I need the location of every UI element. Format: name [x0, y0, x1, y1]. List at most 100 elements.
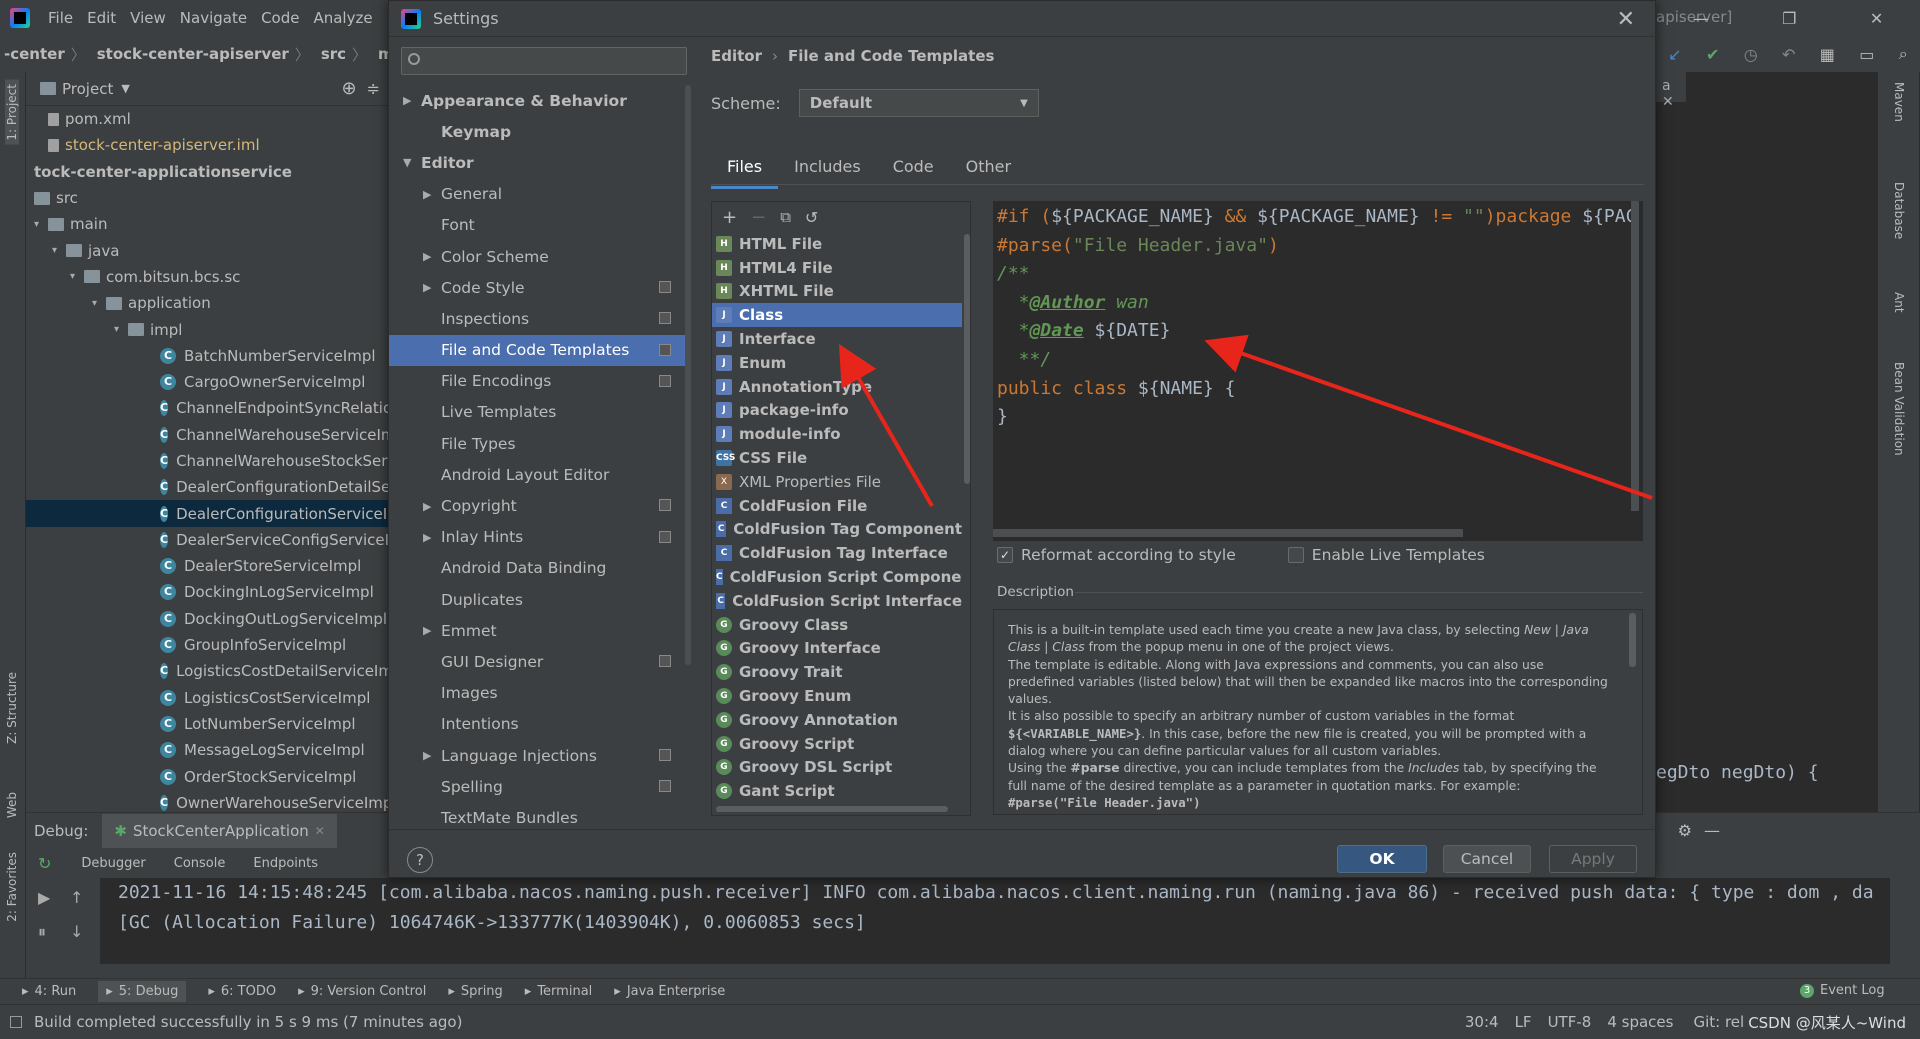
file-encoding[interactable]: UTF-8 [1548, 1013, 1592, 1031]
expand-arrow-icon[interactable]: ▶ [423, 188, 441, 201]
tree-item[interactable]: C CargoOwnerServiceImpl [26, 369, 392, 395]
tree-item[interactable]: C ChannelEndpointSyncRelatio [26, 395, 392, 421]
template-item[interactable]: J AnnotationType [712, 375, 962, 399]
settings-nav-item[interactable]: Inspections [389, 303, 685, 334]
menu-code[interactable]: Code [261, 9, 299, 27]
tree-item[interactable]: C ChannelWarehouseStockServ [26, 448, 392, 474]
settings-search-input[interactable] [401, 47, 687, 75]
gear-icon[interactable]: ⚙ [1678, 821, 1692, 840]
project-tool-button[interactable]: 1: Project [5, 80, 19, 145]
expand-arrow-icon[interactable]: ▶ [423, 749, 441, 762]
tree-item[interactable]: C DealerStoreServiceImpl [26, 553, 392, 579]
resume-icon[interactable]: ▶ [38, 888, 50, 907]
expand-arrow-icon[interactable]: ▾ [34, 219, 48, 230]
update-icon[interactable]: ↙ [1668, 45, 1681, 64]
expand-arrow-icon[interactable]: ▶ [423, 531, 441, 544]
template-code-editor[interactable]: #if (${PACKAGE_NAME} && ${PACKAGE_NAME} … [993, 201, 1643, 541]
project-structure-icon[interactable]: ▦ [1820, 45, 1835, 64]
menu-analyze[interactable]: Analyze [313, 9, 372, 27]
minimize-icon[interactable]: — [1693, 9, 1709, 28]
project-view-selector[interactable]: Project [62, 80, 113, 98]
template-item[interactable]: X XML Properties File [712, 470, 962, 494]
settings-nav-item[interactable]: ▶ Language Injections [389, 740, 685, 771]
template-item[interactable]: G Groovy Annotation [712, 708, 962, 732]
tree-item[interactable]: src [26, 185, 392, 211]
tree-item[interactable]: C OrderStockServiceImpl [26, 763, 392, 789]
template-item[interactable]: G Groovy DSL Script [712, 756, 962, 780]
tree-item[interactable]: C BatchNumberServiceImpl [26, 343, 392, 369]
settings-nav-item[interactable]: ▶ Color Scheme [389, 241, 685, 272]
template-item[interactable]: G Groovy Class [712, 613, 962, 637]
template-item[interactable]: G Groovy Interface [712, 637, 962, 661]
expand-arrow-icon[interactable]: ▾ [92, 298, 106, 309]
template-item[interactable]: C ColdFusion Tag Interface [712, 541, 962, 565]
template-item[interactable]: Jmodule-info [712, 422, 962, 446]
tree-item[interactable]: C LotNumberServiceImpl [26, 711, 392, 737]
restore-icon[interactable]: ❐ [1782, 9, 1796, 28]
template-item[interactable]: G Groovy Script [712, 732, 962, 756]
settings-nav-item[interactable]: ▼ Editor [389, 147, 685, 178]
settings-nav-item[interactable]: ▶ Inlay Hints [389, 522, 685, 553]
settings-nav-item[interactable]: Android Layout Editor [389, 459, 685, 490]
search-everywhere-icon[interactable]: ⌕ [1899, 44, 1908, 64]
template-item[interactable]: CSS CSS File [712, 446, 962, 470]
template-item[interactable]: J Interface [712, 327, 962, 351]
tree-item[interactable]: C DockingInLogServiceImpl [26, 579, 392, 605]
template-item[interactable]: C ColdFusion Tag Component [712, 518, 962, 542]
template-item[interactable]: H XHTML File [712, 280, 962, 304]
bottom-tab[interactable]: ▸ 4: Run [22, 984, 76, 999]
tree-item[interactable]: ▾ impl [26, 316, 392, 342]
tree-item[interactable]: pom.xml [26, 106, 392, 132]
add-icon[interactable]: + [722, 207, 737, 228]
settings-nav-item[interactable]: ▶ Emmet [389, 615, 685, 646]
down-icon[interactable]: ↓ [70, 922, 83, 941]
expand-arrow-icon[interactable]: ▶ [403, 94, 421, 107]
settings-nav-item[interactable]: ▶ General [389, 179, 685, 210]
ok-button[interactable]: OK [1337, 845, 1427, 873]
template-item[interactable]: G Groovy Trait [712, 660, 962, 684]
tree-item[interactable]: ▾ com.bitsun.bcs.sc [26, 264, 392, 290]
settings-nav-item[interactable]: ▶ Code Style [389, 272, 685, 303]
template-item[interactable]: C ColdFusion Script Interface [712, 589, 962, 613]
settings-nav-item[interactable]: ▶ Copyright [389, 490, 685, 521]
endpoints-tab[interactable]: Endpoints [253, 856, 318, 871]
database-tool-button[interactable]: Database [1892, 182, 1906, 239]
template-item[interactable]: Jpackage-info [712, 399, 962, 423]
debugger-tab[interactable]: Debugger [81, 856, 145, 871]
collapse-icon[interactable]: ≑ [367, 79, 380, 98]
settings-nav-item[interactable]: Live Templates [389, 397, 685, 428]
tree-item[interactable]: C LogisticsCostServiceImpl [26, 685, 392, 711]
settings-nav-item[interactable]: Images [389, 678, 685, 709]
template-item[interactable]: J Class [712, 303, 962, 328]
settings-nav-item[interactable]: File Encodings [389, 366, 685, 397]
pause-icon[interactable]: ⏸ [38, 922, 46, 942]
settings-nav-item[interactable]: GUI Designer [389, 646, 685, 677]
tree-item[interactable]: C LogisticsCostDetailServiceIm [26, 658, 392, 684]
tree-item[interactable]: C DockingOutLogServiceImpl [26, 606, 392, 632]
help-button[interactable]: ? [407, 847, 433, 873]
structure-tool-button[interactable]: Z: Structure [5, 672, 19, 744]
expand-arrow-icon[interactable]: ▼ [403, 156, 421, 169]
template-list-hscrollbar[interactable] [716, 806, 948, 812]
tree-item[interactable]: C DealerConfigurationDetailSer [26, 474, 392, 500]
tree-item[interactable]: tock-center-applicationservice [26, 159, 392, 185]
checkbox-box[interactable] [1287, 547, 1304, 563]
hide-icon[interactable]: — [1704, 821, 1720, 840]
apply-button[interactable]: Apply [1549, 845, 1637, 873]
debug-session-tab[interactable]: ✱ StockCenterApplication ✕ [102, 813, 337, 848]
web-tool-button[interactable]: Web [5, 792, 19, 818]
reformat-checkbox[interactable]: ✓ Reformat according to style [997, 546, 1236, 564]
close-window-icon[interactable]: ✕ [1870, 9, 1883, 28]
live-templates-checkbox[interactable]: Enable Live Templates [1287, 546, 1485, 564]
event-log-button[interactable]: 3 Event Log [1800, 983, 1885, 998]
tree-item[interactable]: C DealerServiceConfigServiceIr [26, 527, 392, 553]
maven-tool-button[interactable]: Maven [1892, 82, 1906, 122]
locate-icon[interactable]: ⊕ [342, 78, 357, 99]
favorites-tool-button[interactable]: 2: Favorites [5, 852, 19, 922]
expand-arrow-icon[interactable]: ▶ [423, 281, 441, 294]
tree-item[interactable]: C GroupInfoServiceImpl [26, 632, 392, 658]
settings-nav-item[interactable]: Intentions [389, 709, 685, 740]
bottom-tab[interactable]: ▸ Java Enterprise [614, 984, 725, 999]
editor-tab-fragment[interactable]: a ✕ [1656, 72, 1686, 110]
expand-arrow-icon[interactable]: ▾ [52, 245, 66, 256]
